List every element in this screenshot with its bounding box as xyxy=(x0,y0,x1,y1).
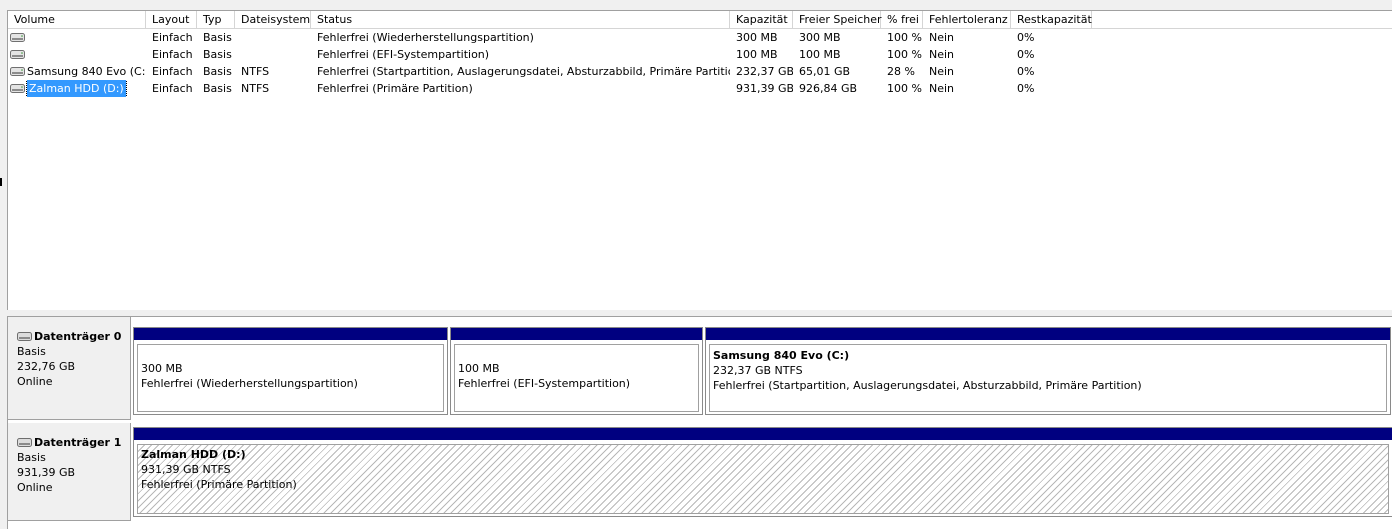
disk-state: Online xyxy=(17,375,53,388)
partition-bar xyxy=(706,328,1390,340)
disk-drive-icon xyxy=(10,84,25,93)
column-header-fehlertoleranz[interactable]: Fehlertoleranz xyxy=(923,11,1011,28)
volume-row[interactable]: Einfach Basis Fehlerfrei (EFI-Systempartit… xyxy=(8,46,1392,63)
cell-status: Fehlerfrei (Startpartition, Auslagerungs… xyxy=(317,65,730,78)
cell-typ: Basis xyxy=(203,48,232,61)
cell-fehlertoleranz: Nein xyxy=(929,31,955,44)
disk-name: Datenträger 1 xyxy=(34,436,122,449)
partition-title: Zalman HDD (D:) xyxy=(141,448,246,461)
cell-typ: Basis xyxy=(203,65,232,78)
cell-kapazitaet: 100 MB xyxy=(736,48,778,61)
cell-prozent-frei: 100 % xyxy=(887,82,922,95)
cell-dateisystem xyxy=(235,29,311,46)
cell-volume: Samsung 840 Evo (C:) xyxy=(8,63,146,80)
volume-label: Zalman HDD (D:) xyxy=(26,80,127,97)
cell-kapazitaet: 300 MB xyxy=(736,31,778,44)
cell-kapazitaet: 232,37 GB xyxy=(736,65,793,78)
cell-restkapazitaet: 0% xyxy=(1017,48,1035,61)
partition-bar xyxy=(451,328,702,340)
cell-kapazitaet: 931,39 GB xyxy=(736,82,793,95)
disk-size: 931,39 GB xyxy=(17,466,76,479)
cell-prozent-frei: 100 % xyxy=(887,48,922,61)
disk-info-1[interactable]: Datenträger 1 Basis 931,39 GB Online xyxy=(8,423,131,521)
disk-row-0: Datenträger 0 Basis 232,76 GB Online 300… xyxy=(8,317,1392,420)
disk-drive-icon xyxy=(10,67,25,76)
volume-row[interactable]: Einfach Basis Fehlerfrei (Wiederherstellun… xyxy=(8,29,1392,46)
disk-drive-icon xyxy=(10,33,25,42)
cell-volume xyxy=(8,29,146,46)
cell-fehlertoleranz: Nein xyxy=(929,65,955,78)
disk-name: Datenträger 0 xyxy=(34,330,122,343)
disk-state: Online xyxy=(17,481,53,494)
disk-info-0[interactable]: Datenträger 0 Basis 232,76 GB Online xyxy=(8,317,131,420)
top-strip xyxy=(0,0,1392,10)
disk-graphical-view: Datenträger 0 Basis 232,76 GB Online 300… xyxy=(7,316,1392,529)
cell-restkapazitaet: 0% xyxy=(1017,82,1035,95)
column-header-prozent-frei[interactable]: % frei xyxy=(881,11,923,28)
cell-prozent-frei: 28 % xyxy=(887,65,915,78)
cell-freier-speicher: 300 MB xyxy=(799,31,841,44)
volume-row[interactable]: Zalman HDD (D:) Einfach Basis NTFS Fehlerfre… xyxy=(8,80,1392,97)
partition-size: 300 MB xyxy=(141,362,183,375)
disk-type: Basis xyxy=(17,345,46,358)
partition-status: Fehlerfrei (Wiederherstellungspartition) xyxy=(141,377,358,390)
partition-status: Fehlerfrei (EFI-Systempartition) xyxy=(458,377,631,390)
cell-freier-speicher: 926,84 GB xyxy=(799,82,858,95)
partition-zalman-d[interactable]: Zalman HDD (D:) 931,39 GB NTFS Fehlerfre… xyxy=(133,427,1392,517)
cell-layout: Einfach xyxy=(152,48,193,61)
partition-size: 232,37 GB NTFS xyxy=(713,364,803,377)
cell-volume xyxy=(8,46,146,63)
partition-size: 100 MB xyxy=(458,362,500,375)
disk-size: 232,76 GB xyxy=(17,360,76,373)
column-header-dateisystem[interactable]: Dateisystem xyxy=(235,11,311,28)
column-header-typ[interactable]: Typ xyxy=(197,11,235,28)
column-header-status[interactable]: Status xyxy=(311,11,730,28)
column-header-layout[interactable]: Layout xyxy=(146,11,197,28)
partition-samsung-c[interactable]: Samsung 840 Evo (C:) 232,37 GB NTFS Fehl… xyxy=(705,327,1391,415)
cell-typ: Basis xyxy=(203,31,232,44)
cell-prozent-frei: 100 % xyxy=(887,31,922,44)
disk-type: Basis xyxy=(17,451,46,464)
partition-size: 931,39 GB NTFS xyxy=(141,463,231,476)
partition-bar xyxy=(134,428,1392,440)
partition-title: Samsung 840 Evo (C:) xyxy=(713,349,850,362)
partition-efi[interactable]: 100 MB Fehlerfrei (EFI-Systempartition) xyxy=(450,327,703,415)
cell-layout: Einfach xyxy=(152,82,193,95)
cell-dateisystem xyxy=(235,46,311,63)
partition-recovery[interactable]: 300 MB Fehlerfrei (Wiederherstellungspar… xyxy=(133,327,448,415)
cell-status: Fehlerfrei (Primäre Partition) xyxy=(317,82,473,95)
disk-drive-icon xyxy=(10,50,25,59)
cell-fehlertoleranz: Nein xyxy=(929,48,955,61)
column-header-restkapazitaet[interactable]: Restkapazität xyxy=(1011,11,1092,28)
cell-dateisystem: NTFS xyxy=(241,82,270,95)
cell-layout: Einfach xyxy=(152,31,193,44)
partition-status: Fehlerfrei (Primäre Partition) xyxy=(141,478,297,491)
cell-layout: Einfach xyxy=(152,65,193,78)
hard-disk-icon xyxy=(17,332,32,341)
volume-list[interactable]: Volume Layout Typ Dateisystem Status Kap… xyxy=(7,10,1392,311)
column-header-volume[interactable]: Volume xyxy=(8,11,146,28)
cell-freier-speicher: 100 MB xyxy=(799,48,841,61)
hard-disk-icon xyxy=(17,438,32,447)
disk-row-1: Datenträger 1 Basis 931,39 GB Online Zal… xyxy=(8,423,1392,521)
cell-status: Fehlerfrei (Wiederherstellungspartition) xyxy=(317,31,534,44)
cell-freier-speicher: 65,01 GB xyxy=(799,65,851,78)
volume-row[interactable]: Samsung 840 Evo (C:) Einfach Basis NTFS Fehl… xyxy=(8,63,1392,80)
volume-list-header: Volume Layout Typ Dateisystem Status Kap… xyxy=(8,11,1392,29)
column-header-freier-speicher[interactable]: Freier Speicher xyxy=(793,11,882,28)
column-header-kapazitaet[interactable]: Kapazität xyxy=(730,11,793,28)
cell-restkapazitaet: 0% xyxy=(1017,65,1035,78)
cell-volume: Zalman HDD (D:) xyxy=(8,80,146,97)
volume-label: Samsung 840 Evo (C:) xyxy=(27,65,146,78)
partition-bar xyxy=(134,328,447,340)
splitter-mark xyxy=(0,178,2,186)
cell-restkapazitaet: 0% xyxy=(1017,31,1035,44)
cell-typ: Basis xyxy=(203,82,232,95)
partition-status: Fehlerfrei (Startpartition, Auslagerungs… xyxy=(713,379,1142,392)
cell-fehlertoleranz: Nein xyxy=(929,82,955,95)
cell-status: Fehlerfrei (EFI-Systempartition) xyxy=(317,48,490,61)
cell-dateisystem: NTFS xyxy=(241,65,270,78)
